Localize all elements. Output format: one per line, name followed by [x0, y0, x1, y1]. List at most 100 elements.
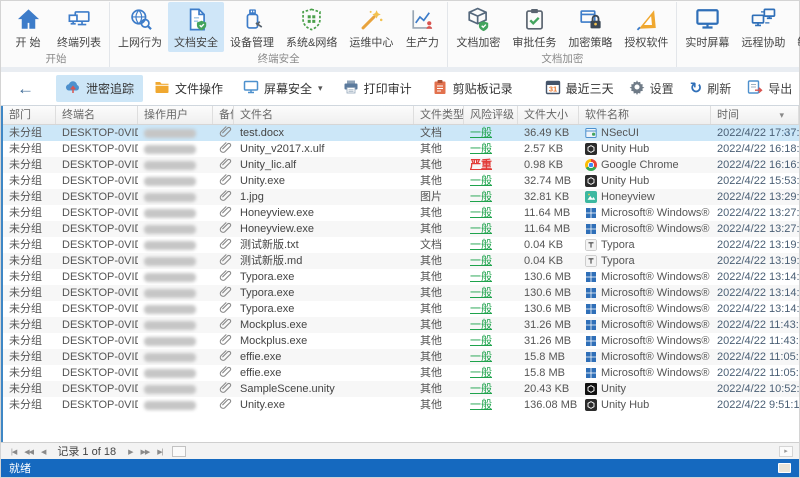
ribbon-system-network-button[interactable]: 系统&网络: [280, 2, 343, 52]
cell-software-name: Unity Hub: [579, 141, 711, 157]
table-row[interactable]: 未分组 DESKTOP-0VIDMDJ 测试新版.txt 文档 一般 0.04 KB Typ…: [3, 237, 799, 253]
paperclip-icon[interactable]: [219, 173, 232, 189]
encrypt-icon: [463, 5, 493, 33]
refresh-button[interactable]: ↻ 刷新: [684, 76, 738, 101]
pager-extra-button[interactable]: [172, 445, 187, 457]
paperclip-icon[interactable]: [219, 141, 232, 157]
ribbon-realtime-screen-button[interactable]: 实时屏幕: [679, 2, 735, 52]
cell-software-name: Unity Hub: [579, 397, 711, 413]
approval-icon: [519, 5, 549, 33]
table-row[interactable]: 未分组 DESKTOP-0VIDMDJ effie.exe 其他 一般 15.8 MB Mi…: [3, 349, 799, 365]
pager-last-button[interactable]: ▶|: [153, 449, 166, 456]
h-scroll-right-arrow[interactable]: ▸: [779, 445, 793, 457]
cell-time: 2022/4/22 11:05:45: [717, 351, 799, 363]
paperclip-icon[interactable]: [219, 237, 232, 253]
ribbon-internet-behavior-button[interactable]: 上网行为: [112, 2, 168, 52]
paperclip-icon[interactable]: [219, 397, 232, 413]
export-button[interactable]: 导出: [741, 75, 798, 102]
table-row[interactable]: 未分组 DESKTOP-0VIDMDJ 1.jpg 图片 一般 32.81 KB Honey…: [3, 189, 799, 205]
cell-file-type: 其他: [420, 303, 442, 315]
table-row[interactable]: 未分组 DESKTOP-0VIDMDJ Unity_lic.alf 其他 严重 0.98 …: [3, 157, 799, 173]
cell-terminal-name: DESKTOP-0VIDMDJ: [62, 127, 138, 139]
ribbon-ops-center-button[interactable]: 运维中心: [343, 2, 399, 52]
table-row[interactable]: 未分组 DESKTOP-0VIDMDJ Mockplus.exe 其他 一般 31.26 …: [3, 317, 799, 333]
settings-button[interactable]: 设置: [623, 75, 680, 102]
windows-icon: [585, 335, 597, 347]
cell-file-size: 15.8 MB: [524, 351, 565, 363]
column-header-文件名[interactable]: 文件名: [234, 106, 414, 124]
back-button[interactable]: ←: [9, 77, 42, 101]
ribbon-authorized-software-button[interactable]: 授权软件: [618, 2, 674, 52]
column-header-终端名[interactable]: 终端名: [56, 106, 138, 124]
column-header-操作用户[interactable]: 操作用户: [138, 106, 213, 124]
print-icon: [343, 79, 359, 98]
print-audit-button[interactable]: 打印审计: [334, 75, 421, 102]
paperclip-icon[interactable]: [219, 205, 232, 221]
ribbon-productivity-button[interactable]: 生产力: [399, 2, 445, 52]
paperclip-icon[interactable]: [219, 221, 232, 237]
pager-next-button[interactable]: ▶: [124, 449, 136, 456]
ribbon-start-button[interactable]: 开 始: [5, 2, 51, 52]
table-row[interactable]: 未分组 DESKTOP-0VIDMDJ Unity_v2017.x.ulf 其他 一般 2…: [3, 141, 799, 157]
file-operations-button[interactable]: 文件操作: [145, 75, 232, 102]
column-header-软件名称[interactable]: 软件名称: [579, 106, 711, 124]
paperclip-icon[interactable]: [219, 157, 232, 173]
table-row[interactable]: 未分组 DESKTOP-0VIDMDJ Unity.exe 其他 一般 136.08 MB…: [3, 397, 799, 413]
paperclip-icon[interactable]: [219, 189, 232, 205]
table-row[interactable]: 未分组 DESKTOP-0VIDMDJ 测试新版.md 其他 一般 0.04 KB Typo…: [3, 253, 799, 269]
calendar-icon: 31: [545, 79, 561, 98]
ribbon-approval-tasks-button[interactable]: 审批任务: [506, 2, 562, 52]
pager-prev-button[interactable]: ◀: [37, 449, 49, 456]
row-more-button[interactable]: ⋯: [783, 125, 795, 141]
toolbar-button-label: 打印审计: [363, 82, 412, 96]
ribbon-button-label: 加密策略: [568, 37, 613, 49]
ribbon-sensitive-scan-button[interactable]: 敏感内容扫描: [791, 2, 800, 52]
column-header-时间[interactable]: 时间 ▾: [711, 106, 799, 124]
table-row[interactable]: 未分组 DESKTOP-0VIDMDJ Honeyview.exe 其他 一般 11.64…: [3, 205, 799, 221]
risk-badge: 一般: [470, 143, 492, 155]
ribbon-encryption-policy-button[interactable]: 加密策略: [562, 2, 618, 52]
table-row[interactable]: 未分组 DESKTOP-0VIDMDJ test.docx 文档 一般 36.49 KB N…: [3, 125, 799, 141]
clipboard-records-button[interactable]: 剪贴板记录: [423, 75, 522, 102]
ribbon-doc-encryption-button[interactable]: 文档加密: [450, 2, 506, 52]
table-row[interactable]: 未分组 DESKTOP-0VIDMDJ Unity.exe 其他 一般 32.74 MB U…: [3, 173, 799, 189]
paperclip-icon[interactable]: [219, 285, 232, 301]
paperclip-icon[interactable]: [219, 349, 232, 365]
table-row[interactable]: 未分组 DESKTOP-0VIDMDJ effie.exe 其他 一般 15.8 MB Mi…: [3, 365, 799, 381]
table-row[interactable]: 未分组 DESKTOP-0VIDMDJ Honeyview.exe 其他 一般 11.64…: [3, 221, 799, 237]
column-header-文件类型[interactable]: 文件类型: [414, 106, 464, 124]
screen-security-button[interactable]: 屏幕安全 ▾: [234, 75, 332, 102]
paperclip-icon[interactable]: [219, 381, 232, 397]
paperclip-icon[interactable]: [219, 365, 232, 381]
paperclip-icon[interactable]: [219, 269, 232, 285]
paperclip-icon[interactable]: [219, 301, 232, 317]
cell-risk-level: 一般: [464, 141, 518, 157]
pager-prev-page-button[interactable]: ◀◀: [20, 449, 37, 456]
pager-first-button[interactable]: |◀: [7, 449, 20, 456]
column-header-文件大小[interactable]: 文件大小: [518, 106, 579, 124]
date-range-button[interactable]: 31 最近三天: [536, 75, 623, 102]
table-row[interactable]: 未分组 DESKTOP-0VIDMDJ Mockplus.exe 其他 一般 31.26 …: [3, 333, 799, 349]
paperclip-icon[interactable]: [219, 125, 232, 141]
cell-department: 未分组: [9, 143, 42, 155]
ribbon-terminal-list-button[interactable]: 终端列表: [51, 2, 107, 52]
column-header-备份[interactable]: 备份: [213, 106, 234, 124]
pager-next-page-button[interactable]: ▶▶: [136, 449, 153, 456]
paperclip-icon[interactable]: [219, 317, 232, 333]
cell-backup: [213, 349, 234, 365]
cell-time: 2022/4/22 13:19:16: [717, 255, 799, 267]
column-header-风险评级[interactable]: 风险评级: [464, 106, 518, 124]
leak-trace-button[interactable]: 泄密追踪: [56, 75, 144, 102]
ribbon-device-management-button[interactable]: 设备管理: [224, 2, 280, 52]
table-row[interactable]: 未分组 DESKTOP-0VIDMDJ Typora.exe 其他 一般 130.6 MB…: [3, 285, 799, 301]
table-row[interactable]: 未分组 DESKTOP-0VIDMDJ Typora.exe 其他 一般 130.6 MB…: [3, 269, 799, 285]
paperclip-icon[interactable]: [219, 333, 232, 349]
table-row[interactable]: 未分组 DESKTOP-0VIDMDJ Typora.exe 其他 一般 130.6 MB…: [3, 301, 799, 317]
ribbon-remote-assist-button[interactable]: 远程协助: [735, 2, 791, 52]
ribbon-document-security-button[interactable]: 文档安全: [168, 2, 224, 52]
column-header-部门[interactable]: 部门: [3, 106, 56, 124]
cell-time: 2022/4/22 11:05:43: [717, 367, 799, 379]
table-row[interactable]: 未分组 DESKTOP-0VIDMDJ SampleScene.unity 其他 一般 2…: [3, 381, 799, 397]
paperclip-icon[interactable]: [219, 253, 232, 269]
ribbon-button-label: 实时屏幕: [685, 37, 730, 49]
